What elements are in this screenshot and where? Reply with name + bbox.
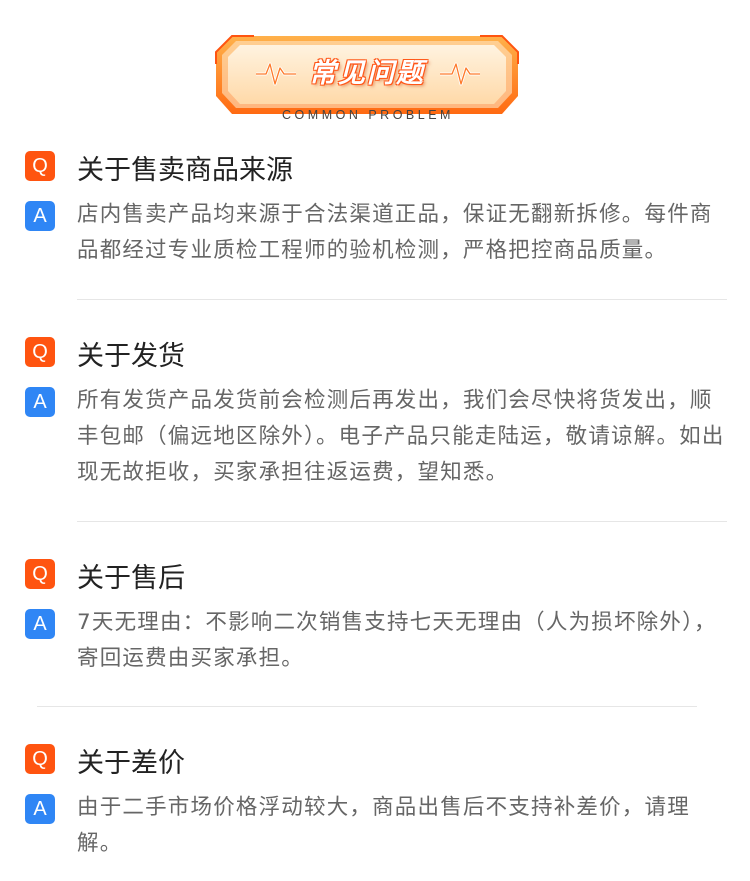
answer-badge: A <box>25 387 55 417</box>
page-title: 常见问题 <box>309 57 425 89</box>
question-badge: Q <box>25 559 55 589</box>
answer-text: 由于二手市场价格浮动较大，商品出售后不支持补差价，请理解。 <box>77 795 690 856</box>
answer-badge: A <box>25 794 55 824</box>
faq-header: 常见问题 COMMON PROBLEM <box>0 0 750 130</box>
question-text: 关于售后 <box>77 563 185 594</box>
divider <box>77 521 727 522</box>
divider <box>77 299 727 300</box>
divider <box>37 706 697 707</box>
answer-badge: A <box>25 609 55 639</box>
answer-text: 7天无理由：不影响二次销售支持七天无理由（人为损坏除外），寄回运费由买家承担。 <box>77 610 717 671</box>
answer-text: 店内售卖产品均来源于合法渠道正品，保证无翻新拆修。每件商品都经过专业质检工程师的… <box>77 202 713 263</box>
question-badge: Q <box>25 337 55 367</box>
question-text: 关于发货 <box>77 341 185 372</box>
page-subtitle: COMMON PROBLEM <box>282 108 454 122</box>
question-badge: Q <box>25 744 55 774</box>
answer-text: 所有发货产品发货前会检测后再发出，我们会尽快将货发出，顺丰包邮（偏远地区除外）。… <box>77 388 725 485</box>
question-text: 关于差价 <box>77 748 185 779</box>
question-text: 关于售卖商品来源 <box>77 155 293 186</box>
answer-badge: A <box>25 201 55 231</box>
question-badge: Q <box>25 151 55 181</box>
